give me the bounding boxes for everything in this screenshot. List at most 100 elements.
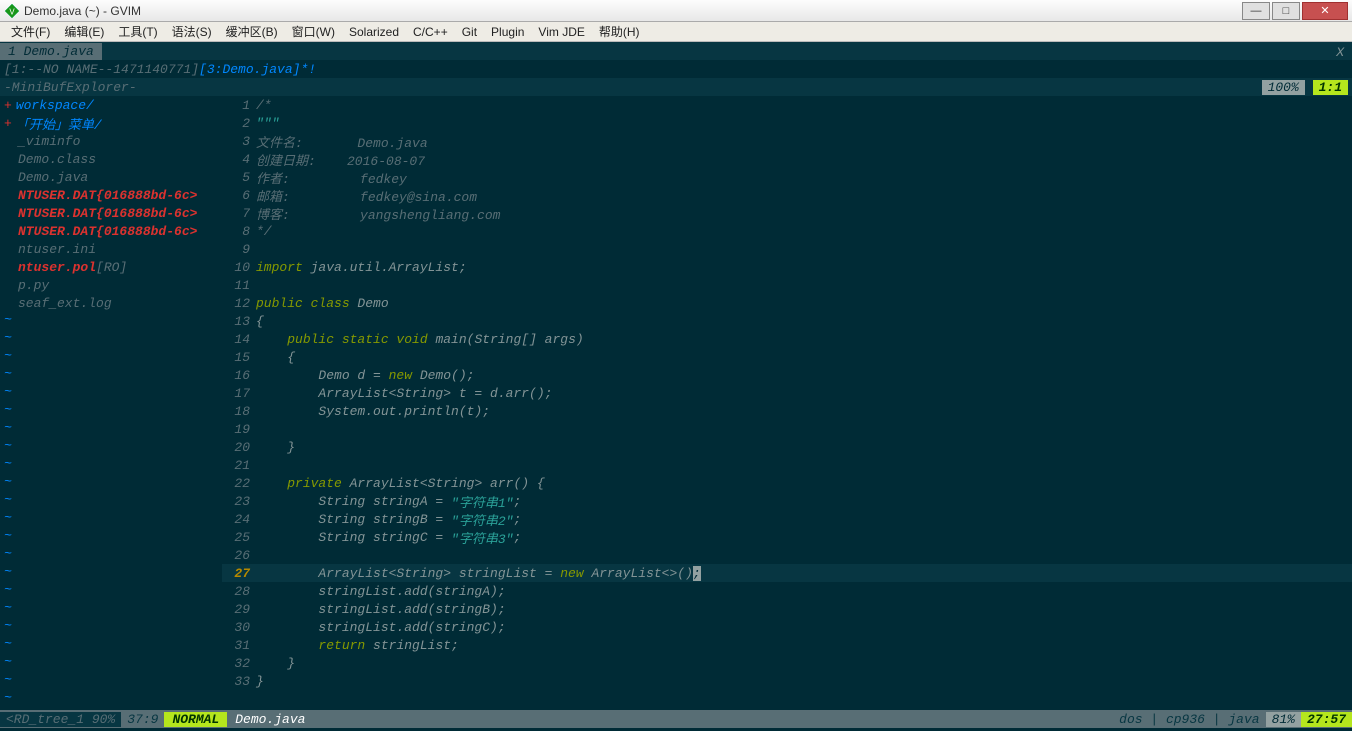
tree-row[interactable]: NTUSER.DAT{016888bd-6c>	[4, 204, 218, 222]
code-line[interactable]: 12public class Demo	[222, 294, 1352, 312]
tree-empty-line: ~	[4, 438, 218, 456]
code-line[interactable]: 9	[222, 240, 1352, 258]
status-pct: 81%	[1266, 712, 1301, 727]
menu-item[interactable]: 帮助(H)	[592, 23, 647, 40]
maximize-button[interactable]: □	[1272, 2, 1300, 20]
buffer-active[interactable]: [3:Demo.java]	[199, 62, 300, 77]
close-button[interactable]: ✕	[1302, 2, 1348, 20]
tree-row[interactable]: _viminfo	[4, 132, 218, 150]
code-line[interactable]: 7博客: yangshengliang.com	[222, 204, 1352, 222]
line-number: 30	[222, 620, 256, 635]
menu-item[interactable]: 工具(T)	[111, 23, 164, 40]
code-line[interactable]: 20 }	[222, 438, 1352, 456]
code-line[interactable]: 1/*	[222, 96, 1352, 114]
code-line[interactable]: 31 return stringList;	[222, 636, 1352, 654]
menu-item[interactable]: Vim JDE	[531, 25, 591, 39]
code-line[interactable]: 33}	[222, 672, 1352, 690]
line-number: 13	[222, 314, 256, 329]
buffer-modified: *!	[300, 62, 316, 77]
code-line[interactable]: 30 stringList.add(stringC);	[222, 618, 1352, 636]
code-line[interactable]: 13{	[222, 312, 1352, 330]
code-line[interactable]: 21	[222, 456, 1352, 474]
line-number: 10	[222, 260, 256, 275]
code-line[interactable]: 4创建日期: 2016-08-07	[222, 150, 1352, 168]
code-line[interactable]: 19	[222, 420, 1352, 438]
code-token: ;	[693, 566, 701, 581]
tree-row[interactable]: ntuser.pol [RO]	[4, 258, 218, 276]
tab-active[interactable]: 1 Demo.java	[0, 43, 102, 60]
tree-empty-line: ~	[4, 654, 218, 672]
code-line[interactable]: 27 ArrayList<String> stringList = new Ar…	[222, 564, 1352, 582]
tree-row[interactable]: NTUSER.DAT{016888bd-6c>	[4, 186, 218, 204]
code-token: stringList.add(stringC);	[256, 620, 506, 635]
tree-empty-line: ~	[4, 330, 218, 348]
code-line[interactable]: 28 stringList.add(stringA);	[222, 582, 1352, 600]
code-line[interactable]: 23 String stringA = "字符串1";	[222, 492, 1352, 510]
line-number: 6	[222, 188, 256, 203]
code-line[interactable]: 3文件名: Demo.java	[222, 132, 1352, 150]
code-token: Demo	[350, 296, 389, 311]
nerd-tree[interactable]: + workspace/+「开始」菜单/_viminfoDemo.classDem…	[0, 96, 222, 710]
code-line[interactable]: 15 {	[222, 348, 1352, 366]
code-line[interactable]: 24 String stringB = "字符串2";	[222, 510, 1352, 528]
code-line[interactable]: 25 String stringC = "字符串3";	[222, 528, 1352, 546]
tree-row[interactable]: + workspace/	[4, 96, 218, 114]
code-line[interactable]: 11	[222, 276, 1352, 294]
line-number: 33	[222, 674, 256, 689]
code-line[interactable]: 14 public static void main(String[] args…	[222, 330, 1352, 348]
code-line[interactable]: 17 ArrayList<String> t = d.arr();	[222, 384, 1352, 402]
line-number: 24	[222, 512, 256, 527]
editor-area[interactable]: 1/*2"""3文件名: Demo.java4创建日期: 2016-08-075…	[222, 96, 1352, 710]
code-line[interactable]: 10import java.util.ArrayList;	[222, 258, 1352, 276]
tree-row[interactable]: ntuser.ini	[4, 240, 218, 258]
tree-row[interactable]: seaf_ext.log	[4, 294, 218, 312]
tree-empty-line: ~	[4, 564, 218, 582]
buffer-inactive[interactable]: [1:--NO NAME--1471140771]	[4, 62, 199, 77]
code-line[interactable]: 6邮箱: fedkey@sina.com	[222, 186, 1352, 204]
expand-icon[interactable]: +	[4, 98, 12, 113]
line-number: 11	[222, 278, 256, 293]
code-line[interactable]: 29 stringList.add(stringB);	[222, 600, 1352, 618]
tree-row[interactable]: NTUSER.DAT{016888bd-6c>	[4, 222, 218, 240]
minimize-button[interactable]: —	[1242, 2, 1270, 20]
code-line[interactable]: 26	[222, 546, 1352, 564]
code-token: ;	[513, 530, 521, 545]
line-number: 26	[222, 548, 256, 563]
code-token: "字符串2"	[451, 510, 513, 529]
tree-dir-label: workspace/	[16, 98, 94, 113]
code-token: public class	[256, 296, 350, 311]
line-number: 15	[222, 350, 256, 365]
minibuf-pct: 100%	[1262, 80, 1305, 95]
tree-row[interactable]: Demo.java	[4, 168, 218, 186]
tab-close[interactable]: X	[1328, 45, 1352, 60]
menu-item[interactable]: 编辑(E)	[57, 23, 111, 40]
code-line[interactable]: 5作者: fedkey	[222, 168, 1352, 186]
menu-item[interactable]: 语法(S)	[165, 23, 219, 40]
menu-item[interactable]: Solarized	[342, 25, 406, 39]
tree-pos: 37:9	[121, 712, 164, 727]
line-number: 4	[222, 152, 256, 167]
menu-item[interactable]: Plugin	[484, 25, 531, 39]
status-encoding: dos | cp936 | java	[1113, 712, 1265, 727]
tree-row[interactable]: Demo.class	[4, 150, 218, 168]
line-number: 17	[222, 386, 256, 401]
code-token: {	[256, 314, 264, 329]
code-line[interactable]: 2"""	[222, 114, 1352, 132]
code-line[interactable]: 32 }	[222, 654, 1352, 672]
menu-item[interactable]: C/C++	[406, 25, 455, 39]
tree-empty-line: ~	[4, 456, 218, 474]
code-line[interactable]: 22 private ArrayList<String> arr() {	[222, 474, 1352, 492]
code-line[interactable]: 8*/	[222, 222, 1352, 240]
line-number: 7	[222, 206, 256, 221]
line-number: 19	[222, 422, 256, 437]
code-token: ArrayList<String> t = d.arr();	[256, 386, 552, 401]
menu-item[interactable]: 窗口(W)	[285, 23, 342, 40]
expand-icon[interactable]: +	[4, 116, 12, 131]
tree-row[interactable]: p.py	[4, 276, 218, 294]
menu-item[interactable]: 缓冲区(B)	[219, 23, 285, 40]
tree-row[interactable]: +「开始」菜单/	[4, 114, 218, 132]
menu-item[interactable]: 文件(F)	[4, 23, 57, 40]
code-line[interactable]: 16 Demo d = new Demo();	[222, 366, 1352, 384]
code-line[interactable]: 18 System.out.println(t);	[222, 402, 1352, 420]
menu-item[interactable]: Git	[455, 25, 484, 39]
